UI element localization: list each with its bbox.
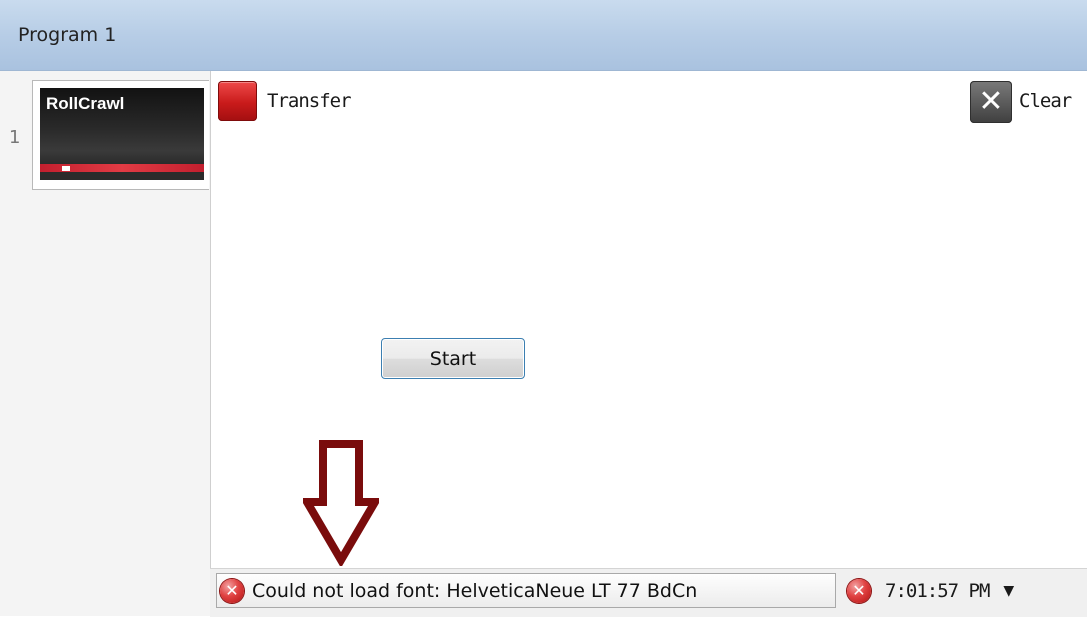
thumbnail-label: RollCrawl	[46, 94, 125, 113]
status-time-area: ✕ 7:01:57 PM ▼	[847, 573, 1014, 608]
thumbnail-footer	[40, 172, 204, 180]
status-bar: ✕ Could not load font: HelveticaNeue LT …	[210, 568, 1087, 617]
thumbnail-bar-icon	[62, 166, 70, 171]
transfer-button[interactable]: Transfer	[218, 81, 352, 123]
row-number: 1	[9, 127, 21, 148]
chevron-down-icon[interactable]: ▼	[1003, 583, 1014, 599]
title-bar: Program 1	[0, 0, 1087, 71]
error-circle-icon: ✕	[220, 578, 244, 603]
transfer-label: Transfer	[267, 90, 352, 112]
error-message-text: Could not load font: HelveticaNeue LT 77…	[252, 579, 698, 602]
template-thumbnail[interactable]: RollCrawl	[40, 88, 204, 180]
start-button[interactable]: Start	[381, 338, 525, 379]
annotation-arrow-shape	[303, 440, 379, 566]
clear-label: Clear	[1019, 90, 1072, 112]
error-circle-icon[interactable]: ✕	[847, 578, 871, 603]
clear-button[interactable]: ✕ Clear	[970, 81, 1072, 123]
playlist-item-rollcrawl[interactable]: RollCrawl	[32, 80, 209, 190]
clear-x-icon: ✕	[970, 81, 1012, 123]
status-time: 7:01:57 PM	[885, 579, 990, 602]
window-title: Program 1	[18, 24, 117, 46]
red-square-icon	[218, 81, 257, 121]
playlist-panel: 1 RollCrawl	[0, 71, 211, 616]
error-message-box[interactable]: ✕ Could not load font: HelveticaNeue LT …	[216, 573, 836, 608]
down-arrow-icon	[303, 440, 379, 566]
